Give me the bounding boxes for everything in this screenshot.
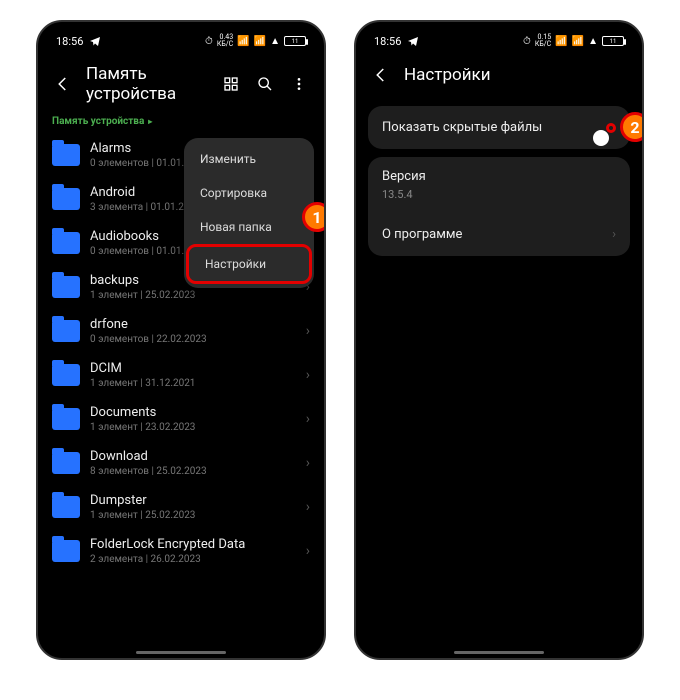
folder-icon [52,364,80,386]
show-hidden-label: Показать скрытые файлы [382,120,542,135]
signal-icon-2: 📶 [572,36,584,47]
chevron-right-icon: › [306,367,310,383]
folder-meta: 1 элемент | 25.02.2023 [90,290,296,301]
chevron-right-icon: › [306,455,310,471]
chevron-right-icon: › [306,323,310,339]
wifi-icon: ▲ [270,36,280,47]
chevron-right-icon: ▸ [146,117,152,126]
status-bar: 18:56 ⏱ 0.43КБ/С 📶 📶 ▲ 11 [46,32,316,54]
grid-view-icon[interactable] [220,73,242,95]
page-title: Настройки [404,65,628,85]
folder-meta: 8 элементов | 25.02.2023 [90,466,296,477]
home-indicator [454,651,544,654]
version-row: Версия 13.5.4 [368,157,630,213]
status-time: 18:56 [56,35,83,48]
folder-icon [52,232,80,254]
folder-row[interactable]: DCIM 1 элемент | 31.12.2021 › [46,353,316,397]
status-time: 18:56 [374,35,401,48]
folder-name: Dumpster [90,493,296,508]
about-label: О программе [382,227,462,242]
telegram-icon [407,35,419,47]
more-icon[interactable] [288,73,310,95]
folder-meta: 1 элемент | 23.02.2023 [90,422,296,433]
menu-item-edit[interactable]: Изменить [184,142,314,176]
chevron-right-icon: › [306,411,310,427]
back-icon[interactable] [52,73,74,95]
folder-name: DCIM [90,361,296,376]
alarm-icon: ⏱ [205,36,213,47]
phone-screenshot-left: 18:56 ⏱ 0.43КБ/С 📶 📶 ▲ 11 Память устройс… [36,20,326,660]
about-row[interactable]: О программе › [368,213,630,256]
folder-meta: 2 элемента | 26.02.2023 [90,554,296,565]
folder-name: Documents [90,405,296,420]
chevron-right-icon: › [612,227,616,242]
folder-row[interactable]: Documents 1 элемент | 23.02.2023 › [46,397,316,441]
home-indicator [136,651,226,654]
search-icon[interactable] [254,73,276,95]
folder-name: Download [90,449,296,464]
folder-icon [52,276,80,298]
menu-item-settings[interactable]: Настройки [186,244,312,284]
folder-row[interactable]: Download 8 элементов | 25.02.2023 › [46,441,316,485]
folder-icon [52,408,80,430]
alarm-icon: ⏱ [523,36,531,47]
folder-meta: 0 элементов | 22.02.2023 [90,334,296,345]
battery-icon: 11 [602,36,624,46]
overflow-menu: Изменить Сортировка Новая папка Настройк… [184,138,314,288]
folder-name: FolderLock Encrypted Data [90,537,296,552]
folder-icon [52,188,80,210]
version-label: Версия [382,169,426,184]
folder-row[interactable]: Dumpster 1 элемент | 25.02.2023 › [46,485,316,529]
folder-icon [52,496,80,518]
folder-row[interactable]: drfone 0 элементов | 22.02.2023 › [46,309,316,353]
telegram-icon [89,35,101,47]
menu-item-sort[interactable]: Сортировка [184,176,314,210]
signal-icon: 📶 [237,36,249,47]
chevron-right-icon: › [306,499,310,515]
settings-card-hidden: Показать скрытые файлы [368,106,630,149]
folder-row[interactable]: FolderLock Encrypted Data 2 элемента | 26… [46,529,316,573]
page-title: Память устройства [86,64,208,104]
settings-card-info: Версия 13.5.4 О программе › [368,157,630,256]
folder-meta: 1 элемент | 25.02.2023 [90,510,296,521]
wifi-icon: ▲ [588,36,598,47]
back-icon[interactable] [370,64,392,86]
toggle-highlight [606,123,616,133]
signal-icon-2: 📶 [254,36,266,47]
folder-icon [52,144,80,166]
version-value: 13.5.4 [382,188,413,201]
step-badge-2: 2 [620,112,644,142]
menu-item-new-folder[interactable]: Новая папка [184,210,314,244]
app-bar: Память устройства [46,54,316,116]
folder-icon [52,320,80,342]
folder-icon [52,452,80,474]
folder-icon [52,540,80,562]
battery-icon: 11 [284,36,306,46]
step-badge-1: 1 [302,202,326,232]
chevron-right-icon: › [306,543,310,559]
phone-screenshot-right: 18:56 ⏱ 0.15КБ/С 📶 📶 ▲ 11 Настройки Пока… [354,20,644,660]
breadcrumb[interactable]: Память устройства ▸ [46,116,316,133]
app-bar: Настройки [364,54,634,98]
status-bar: 18:56 ⏱ 0.15КБ/С 📶 📶 ▲ 11 [364,32,634,54]
folder-name: drfone [90,317,296,332]
folder-meta: 1 элемент | 31.12.2021 [90,378,296,389]
signal-icon: 📶 [555,36,567,47]
show-hidden-row[interactable]: Показать скрытые файлы [368,106,630,149]
